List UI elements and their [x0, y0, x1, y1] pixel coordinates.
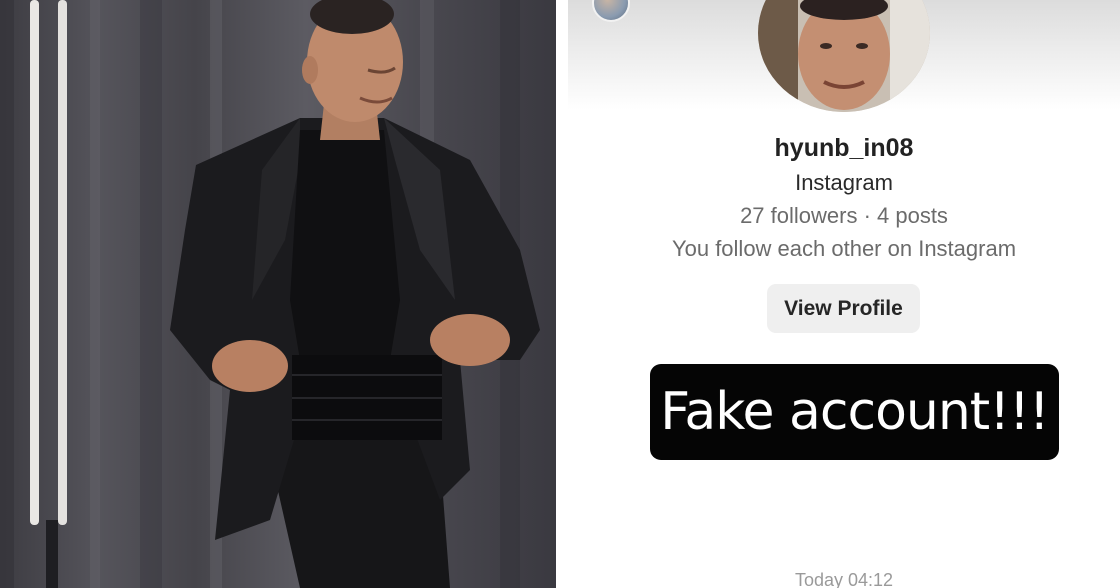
message-timestamp: Today 04:12	[794, 570, 894, 588]
profile-username: hyunb_in08	[774, 134, 914, 162]
panel-divider	[556, 0, 568, 588]
dm-screenshot: hyunb_in08 Instagram 27 followers · 4 po…	[568, 0, 1120, 588]
profile-platform: Instagram	[795, 170, 893, 195]
collage-frame: hyunb_in08 Instagram 27 followers · 4 po…	[0, 0, 1120, 588]
mutual-follow-note: You follow each other on Instagram	[671, 236, 1017, 261]
fake-account-label: Fake account!!!	[650, 364, 1059, 460]
profile-stats: 27 followers · 4 posts	[740, 203, 948, 228]
view-profile-button[interactable]: View Profile	[767, 284, 920, 333]
portrait-photo	[0, 0, 556, 588]
